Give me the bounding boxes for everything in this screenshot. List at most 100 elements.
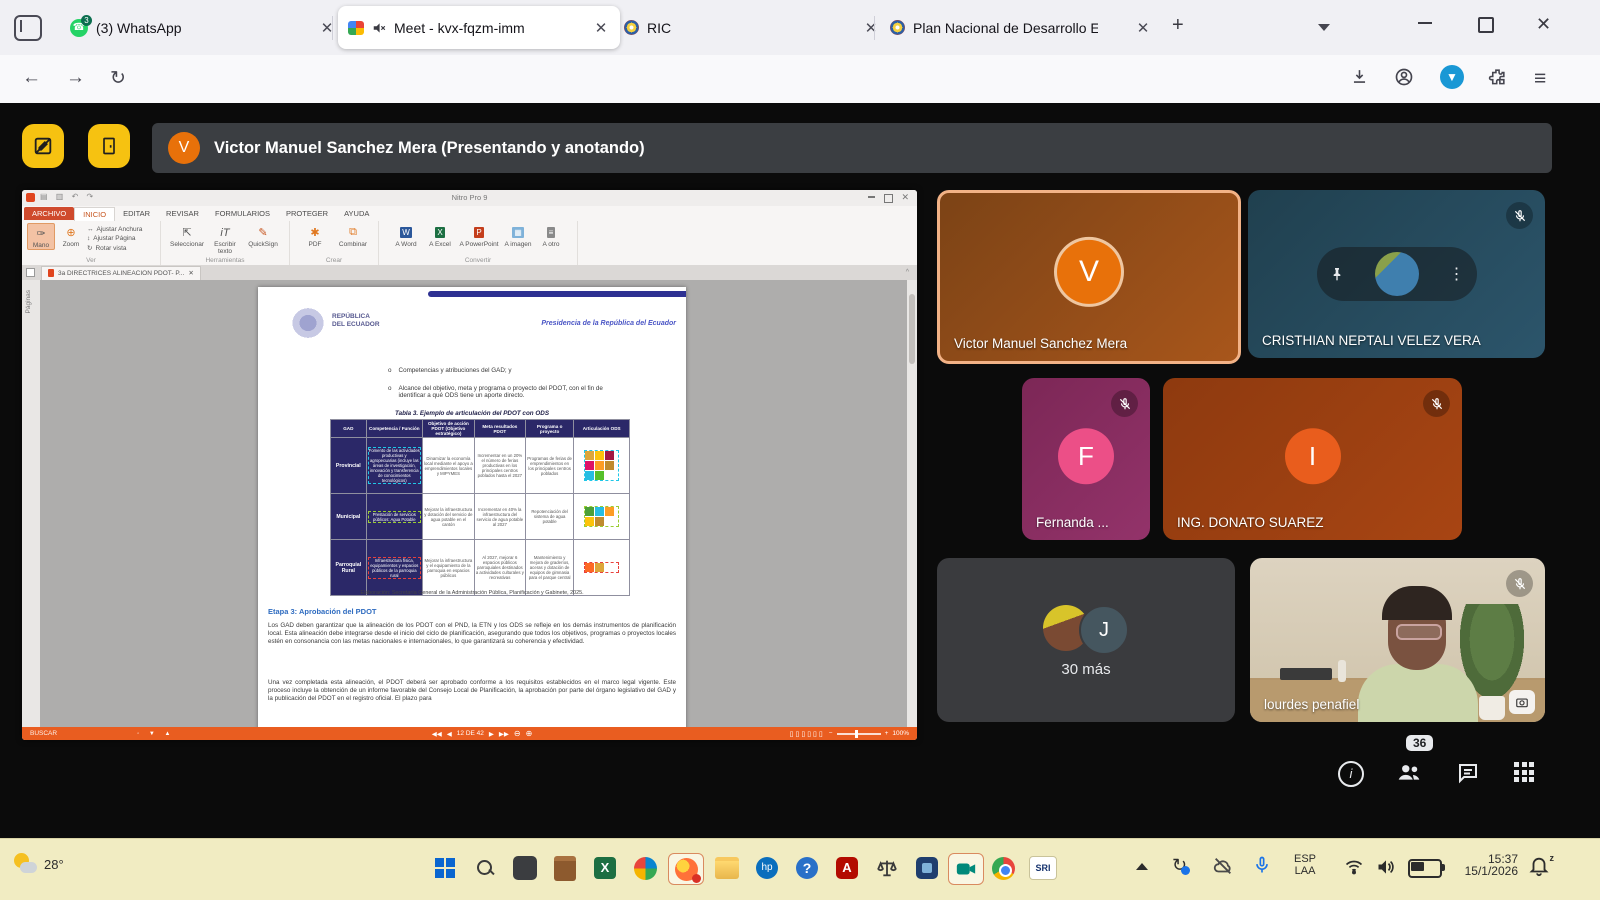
nitro-minimize-icon[interactable] [868,196,875,198]
to-other-button[interactable]: ≡A otro [537,223,565,248]
tile-more-participants[interactable]: J 30 más [937,558,1235,722]
page-indicator[interactable]: 12 DE 42 [457,730,484,737]
ribbon-collapse-icon[interactable]: ^ [906,269,909,276]
zoom-in-icon[interactable]: ⊕ [526,729,533,738]
pin-icon[interactable] [1329,266,1345,282]
quicksign-button[interactable]: ✎QuickSign [246,223,280,248]
open-door-button[interactable] [88,124,130,168]
zoom-slider-plus[interactable]: + [885,730,889,737]
window-restore-button[interactable] [1478,17,1494,33]
zoom-slider-minus[interactable]: − [829,730,833,737]
app-icon-package[interactable] [550,853,580,883]
zoom-slider[interactable] [837,733,881,735]
app-icon-dark[interactable] [510,853,540,883]
volume-icon[interactable] [1376,857,1396,877]
pages-panel-strip[interactable]: Páginas [22,280,41,727]
to-image-button[interactable]: ▦A imagen [503,223,533,248]
tab-whatsapp[interactable]: ☎3 (3) WhatsApp ✕ [60,7,346,48]
combine-button[interactable]: ⧉Combinar [336,223,370,248]
rotate-view-button[interactable]: ↻Rotar vista [87,244,142,252]
new-tab-button[interactable]: + [1172,14,1184,37]
acrobat-app-icon[interactable]: A [832,853,862,883]
page-layout-icons[interactable]: ▯▯▯▯▯▯ [790,730,825,738]
select-tool-button[interactable]: ⇱Seleccionar [170,223,204,248]
camera-app-icon-active[interactable] [948,853,984,885]
scrollbar-thumb[interactable] [909,294,915,364]
account-icon[interactable] [1394,67,1414,87]
hp-app-icon[interactable]: hp [752,853,782,883]
menu-archivo[interactable]: ARCHIVO [24,207,74,220]
fit-page-button[interactable]: ↕Ajustar Página [87,235,142,242]
pdf-content-area[interactable]: REPÚBLICA DEL ECUADOR Presidencia de la … [40,280,907,727]
chat-button[interactable] [1456,761,1480,785]
menu-inicio[interactable]: INICIO [74,207,115,221]
tile-lourdes[interactable]: lourdes penafiel [1250,558,1545,722]
hand-tool-button[interactable]: ✑Mano [27,223,55,250]
battery-icon[interactable] [1408,859,1442,878]
tray-mic-icon[interactable] [1252,855,1272,875]
create-pdf-button[interactable]: ✱PDF [298,223,332,248]
clock-widget[interactable]: 15:37 15/1/2026 [1448,853,1518,877]
tab-close-icon[interactable]: ✕ [1134,19,1152,37]
pdf-scrollbar[interactable] [907,280,917,727]
menu-editar[interactable]: EDITAR [115,207,158,220]
excel-app-icon[interactable]: X [590,853,620,883]
weather-widget[interactable]: 28° [14,853,64,877]
tab-close-icon[interactable]: ✕ [862,19,880,37]
tile-cristhian[interactable]: ⋮ CRISTHIAN NEPTALI VELEZ VERA [1248,190,1545,358]
to-excel-button[interactable]: XA Excel [425,223,455,248]
search-filter-icons[interactable]: ◦ ▼ ▲ [137,731,174,737]
apps-grid-button[interactable] [1514,762,1535,783]
type-text-button[interactable]: iTEscribir texto [208,223,242,255]
back-button[interactable]: ← [22,67,41,89]
nitro-restore-icon[interactable] [884,194,893,203]
start-button[interactable] [430,853,460,883]
window-close-button[interactable]: ✕ [1536,14,1551,35]
sri-app-icon[interactable]: SRI [1028,853,1058,883]
browser-pinwheel-icon[interactable] [630,853,660,883]
menu-hamburger-icon[interactable]: ≡ [1534,67,1546,91]
onedrive-off-icon[interactable] [1212,855,1234,877]
flip-camera-button[interactable] [1509,690,1535,714]
document-tab-close-icon[interactable]: ✕ [188,269,193,277]
search-icon[interactable] [470,853,500,883]
prev-page-icon[interactable]: ◀ [447,730,452,738]
nitro-close-icon[interactable]: ✕ [901,192,909,203]
tab-close-icon[interactable]: ✕ [318,19,336,37]
menu-revisar[interactable]: REVISAR [158,207,207,220]
app-icon-navy[interactable] [912,853,942,883]
zoom-tool-button[interactable]: ⊕Zoom [59,223,83,248]
language-indicator[interactable]: ESPLAA [1294,853,1316,877]
firefox-view-icon[interactable] [14,15,42,41]
zoom-out-icon[interactable]: ⊖ [514,729,521,738]
menu-ayuda[interactable]: AYUDA [336,207,377,220]
tab-ric[interactable]: RIC ✕ [614,7,890,48]
more-options-icon[interactable]: ⋮ [1449,264,1465,284]
to-powerpoint-button[interactable]: PA PowerPoint [459,223,499,248]
participants-button[interactable] [1396,759,1422,785]
tab-list-chevron-icon[interactable] [1318,24,1330,31]
firefox-app-icon-active[interactable] [668,853,704,885]
tab-meet-active[interactable]: Meet - kvx-fqzm-imm ✕ [338,6,620,49]
sync-icon[interactable]: ↻ [1172,855,1187,876]
annotation-off-button[interactable] [22,124,64,168]
tile-victor[interactable]: V Victor Manuel Sanchez Mera [937,190,1241,364]
downloads-icon[interactable] [1350,67,1369,86]
tab-plan-nacional[interactable]: Plan Nacional de Desarrollo Ecu ✕ [880,7,1162,48]
document-tab[interactable]: 3a DIRECTRICES ALINEACION PDOT- P... ✕ [41,266,201,280]
window-minimize-button[interactable] [1418,22,1432,24]
extension-fox-icon[interactable]: ▼ [1440,65,1464,89]
next-page-icon[interactable]: ▶ [489,730,494,738]
last-page-icon[interactable]: ▶▶ [499,730,509,738]
chrome-app-icon[interactable] [988,853,1018,883]
to-word-button[interactable]: WA Word [391,223,421,248]
tab-close-icon[interactable]: ✕ [592,19,610,37]
file-explorer-icon[interactable] [712,853,742,883]
extensions-puzzle-icon[interactable] [1488,67,1507,86]
tile-fernanda[interactable]: F Fernanda ... [1022,378,1150,540]
wifi-icon[interactable] [1344,857,1364,877]
reload-button[interactable]: ↻ [110,67,126,90]
buscar-field[interactable]: BUSCAR [30,730,57,737]
forward-button[interactable]: → [66,67,85,89]
menu-proteger[interactable]: PROTEGER [278,207,336,220]
